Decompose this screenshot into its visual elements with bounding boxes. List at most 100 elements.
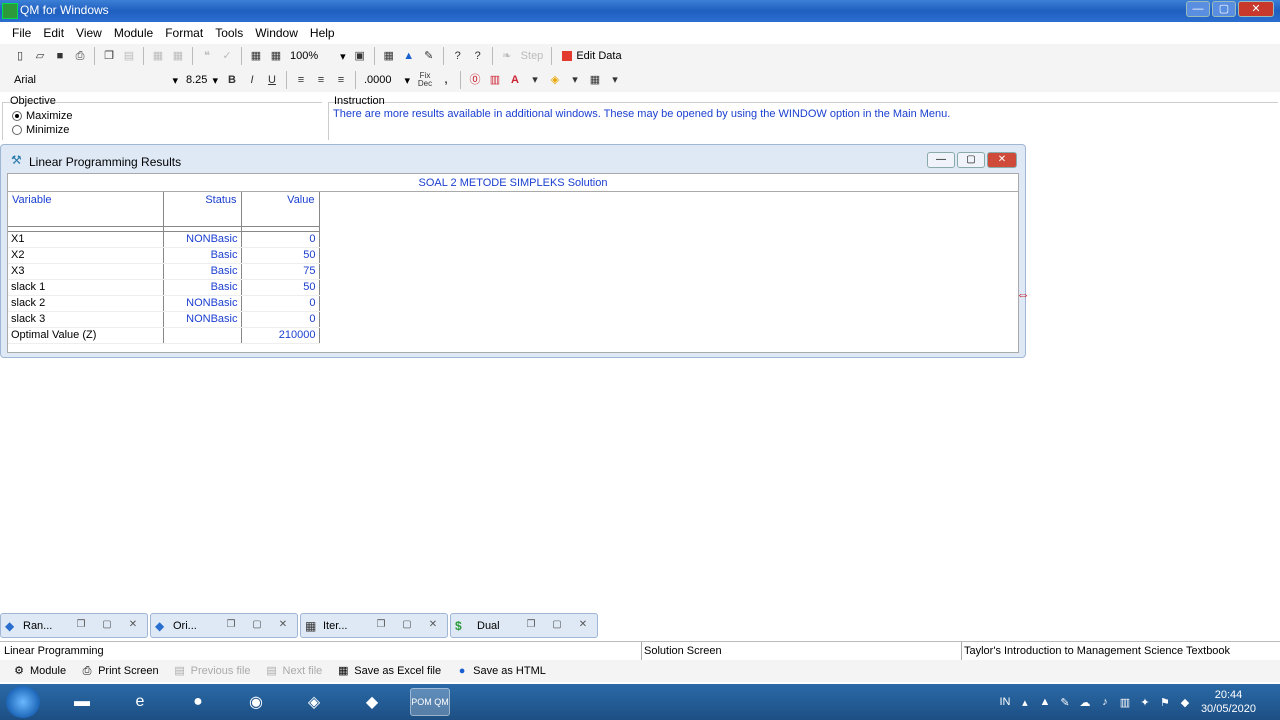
network-app-icon[interactable]: ◈ — [294, 688, 334, 716]
fix-decimal-button[interactable]: Fix Dec — [416, 72, 434, 88]
new-file-icon[interactable]: ▯ — [12, 48, 28, 64]
cell-value[interactable]: 50 — [241, 247, 320, 264]
maximize-icon[interactable]: ▢ — [249, 618, 265, 632]
paste-icon[interactable]: ▤ — [121, 48, 137, 64]
cloud-icon[interactable]: ☁ — [1075, 696, 1095, 709]
close-icon[interactable]: ✕ — [575, 618, 591, 632]
window-icon[interactable]: ▣ — [352, 48, 368, 64]
save-excel-button[interactable]: ▦ Save as Excel file — [336, 664, 441, 678]
internet-explorer-icon[interactable]: e — [120, 688, 160, 716]
font-color-icon[interactable]: A — [507, 72, 523, 88]
tools-icon[interactable]: ✎ — [421, 48, 437, 64]
cell-variable[interactable]: slack 1 — [8, 279, 164, 296]
cell-variable[interactable]: slack 2 — [8, 295, 164, 312]
bold-button[interactable]: B — [224, 72, 240, 88]
start-button[interactable] — [6, 686, 40, 718]
cell-value[interactable]: 210000 — [241, 327, 320, 344]
minimized-window-original[interactable]: ◆ Ori... ❐ ▢ ✕ — [150, 613, 298, 638]
step-button[interactable]: Step — [517, 47, 548, 65]
results-minimize-button[interactable]: — — [927, 152, 955, 168]
minimized-window-ranging[interactable]: ◆ Ran... ❐ ▢ ✕ — [0, 613, 148, 638]
triangle-chart-icon[interactable]: ▲ — [401, 48, 417, 64]
system-clock[interactable]: 20:44 30/05/2020 — [1201, 688, 1256, 716]
chrome-icon[interactable]: ◉ — [236, 688, 276, 716]
quote-icon[interactable]: ❝ — [199, 48, 215, 64]
table-row[interactable]: X2 Basic 50 — [8, 247, 320, 264]
cell-variable[interactable]: X1 — [8, 230, 164, 248]
cell-variable[interactable]: slack 3 — [8, 311, 164, 328]
print-screen-button[interactable]: ⎙ Print Screen — [80, 664, 159, 678]
next-file-button[interactable]: ▤ Next file — [265, 664, 322, 678]
menu-help[interactable]: Help — [308, 26, 337, 40]
footprints-icon[interactable]: ❧ — [499, 48, 515, 64]
menu-edit[interactable]: Edit — [41, 26, 66, 40]
italic-button[interactable]: I — [244, 72, 260, 88]
cell-value[interactable]: 50 — [241, 279, 320, 296]
cell-status[interactable]: Basic — [163, 263, 242, 280]
chevron-down-icon[interactable]: ▾ — [607, 72, 623, 88]
comma-button[interactable]: , — [438, 72, 454, 88]
maximize-radio[interactable]: Maximize — [12, 110, 72, 122]
align-right-icon[interactable]: ≡ — [333, 72, 349, 88]
cell-status[interactable] — [163, 327, 242, 344]
calculator-icon[interactable]: ▦ — [381, 48, 397, 64]
cell-value[interactable]: 0 — [241, 311, 320, 328]
table-row[interactable]: Optimal Value (Z) 210000 — [8, 327, 320, 344]
table-row[interactable]: X1 NONBasic 0 — [8, 230, 320, 248]
true-icon[interactable]: ✓ — [219, 48, 235, 64]
chevron-down-icon[interactable]: ▾ — [567, 72, 583, 88]
results-window[interactable]: ⚒ Linear Programming Results — ▢ ✕ SOAL … — [0, 144, 1026, 358]
restore-icon[interactable]: ❐ — [523, 618, 539, 632]
file-explorer-icon[interactable]: ▬ — [62, 688, 102, 716]
close-icon[interactable]: ✕ — [125, 618, 141, 632]
align-left-icon[interactable]: ≡ — [293, 72, 309, 88]
flag-icon[interactable]: ⚑ — [1155, 696, 1175, 709]
font-size-select[interactable]: 8.25 ▾ — [182, 71, 222, 89]
results-window-header[interactable]: ⚒ Linear Programming Results — ▢ ✕ — [1, 145, 1025, 175]
menu-format[interactable]: Format — [163, 26, 205, 40]
save-html-button[interactable]: ● Save as HTML — [455, 664, 546, 678]
align-center-icon[interactable]: ≡ — [313, 72, 329, 88]
volume-icon[interactable]: ♪ — [1095, 696, 1115, 708]
green-app-icon[interactable]: ◆ — [352, 688, 392, 716]
table-row[interactable]: slack 3 NONBasic 0 — [8, 311, 320, 328]
table-row[interactable]: slack 1 Basic 50 — [8, 279, 320, 296]
cell-value[interactable]: 0 — [241, 230, 320, 248]
table-icon[interactable]: ▦ — [268, 48, 284, 64]
grid-icon[interactable]: ▦ — [248, 48, 264, 64]
column-header-status[interactable]: Status — [163, 192, 242, 227]
cell-status[interactable]: NONBasic — [163, 295, 242, 312]
open-folder-icon[interactable]: ▱ — [32, 48, 48, 64]
table-row[interactable]: X3 Basic 75 — [8, 263, 320, 280]
app-tray-icon[interactable]: ◆ — [1175, 696, 1195, 709]
pom-qm-taskbar-button[interactable]: POM QM — [410, 688, 450, 716]
underline-button[interactable]: U — [264, 72, 280, 88]
maximize-icon[interactable]: ▢ — [549, 618, 565, 632]
pen-icon[interactable]: ✎ — [1055, 696, 1075, 709]
close-icon[interactable]: ✕ — [425, 618, 441, 632]
cell-variable[interactable]: X3 — [8, 263, 164, 280]
zero-format-icon[interactable]: ⓪ — [467, 72, 483, 88]
fill-color-icon[interactable]: ◈ — [547, 72, 563, 88]
menu-view[interactable]: View — [74, 26, 104, 40]
cell-status[interactable]: Basic — [163, 279, 242, 296]
cell-status[interactable]: Basic — [163, 247, 242, 264]
language-indicator[interactable]: IN — [995, 696, 1015, 708]
menu-file[interactable]: File — [10, 26, 33, 40]
module-button[interactable]: ⚙ Module — [12, 664, 66, 678]
close-icon[interactable]: ✕ — [275, 618, 291, 632]
security-icon[interactable]: ✦ — [1135, 696, 1155, 709]
cell-value[interactable]: 0 — [241, 295, 320, 312]
font-name-select[interactable]: Arial ▾ — [10, 71, 182, 89]
results-grid[interactable]: SOAL 2 METODE SIMPLEKS Solution Variable… — [7, 173, 1019, 353]
previous-file-button[interactable]: ▤ Previous file — [173, 664, 250, 678]
minimize-button[interactable]: — — [1186, 1, 1210, 17]
help-pointer-icon[interactable]: ? — [450, 48, 466, 64]
column-header-variable[interactable]: Variable — [8, 192, 164, 227]
cell-value[interactable]: 75 — [241, 263, 320, 280]
close-button[interactable]: ✕ — [1238, 1, 1274, 17]
print-icon[interactable]: ⎙ — [72, 48, 88, 64]
insert-column-icon[interactable]: ▦ — [170, 48, 186, 64]
cell-status[interactable]: NONBasic — [163, 230, 242, 248]
minimize-radio[interactable]: Minimize — [12, 124, 69, 136]
